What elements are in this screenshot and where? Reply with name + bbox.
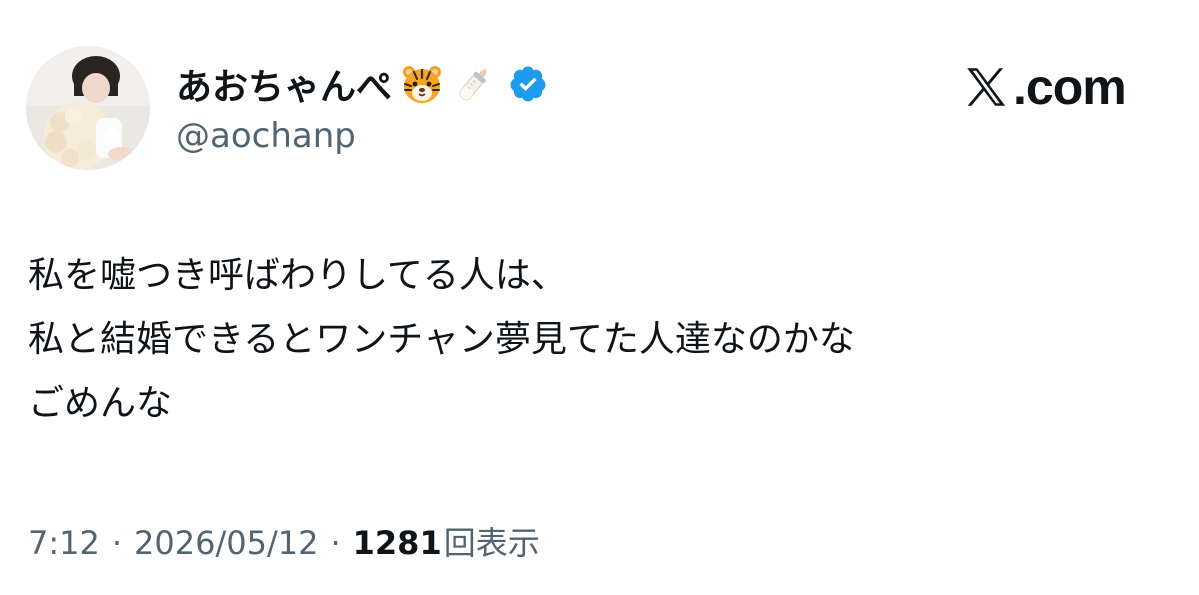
author-handle[interactable]: @aochanp	[176, 116, 548, 156]
baby-bottle-icon	[452, 62, 496, 106]
tweet-body-line: 私を嘘つき呼ばわりしてる人は、	[28, 255, 567, 296]
views-count[interactable]: 1281	[353, 524, 442, 562]
tweet-date[interactable]: 2026/05/12	[134, 524, 318, 562]
tweet-body-line: 私と結婚できるとワンチャン夢見てた人達なのかな	[28, 319, 855, 360]
x-logo-icon	[961, 62, 1011, 112]
tweet-meta: 7:12 · 2026/05/12 · 1281 回表示	[28, 518, 540, 564]
tweet-time[interactable]: 7:12	[28, 524, 100, 562]
tiger-face-icon	[400, 62, 444, 106]
verified-badge-icon[interactable]	[508, 64, 548, 104]
display-name[interactable]: あおちゃんぺ	[176, 58, 392, 110]
author-header: あおちゃんぺ @aochanp	[176, 56, 548, 156]
meta-separator: ·	[330, 524, 341, 562]
avatar[interactable]	[26, 46, 150, 170]
author-name-row: あおちゃんぺ	[176, 56, 548, 112]
views-label: 回表示	[443, 524, 540, 562]
meta-separator: ·	[111, 524, 123, 562]
brand-logo[interactable]: .com	[961, 58, 1127, 116]
tweet-body: 私を嘘つき呼ばわりしてる人は、 私と結婚できるとワンチャン夢見てた人達なのかな …	[28, 244, 855, 436]
tweet-body-line: ごめんな	[28, 383, 173, 424]
avatar-photo	[26, 46, 150, 170]
tweet-card: あおちゃんぺ @aochanp .com 私を嘘つき呼ばわりしてる人は、 私と結…	[0, 0, 1199, 595]
brand-domain-label: .com	[1013, 59, 1127, 115]
